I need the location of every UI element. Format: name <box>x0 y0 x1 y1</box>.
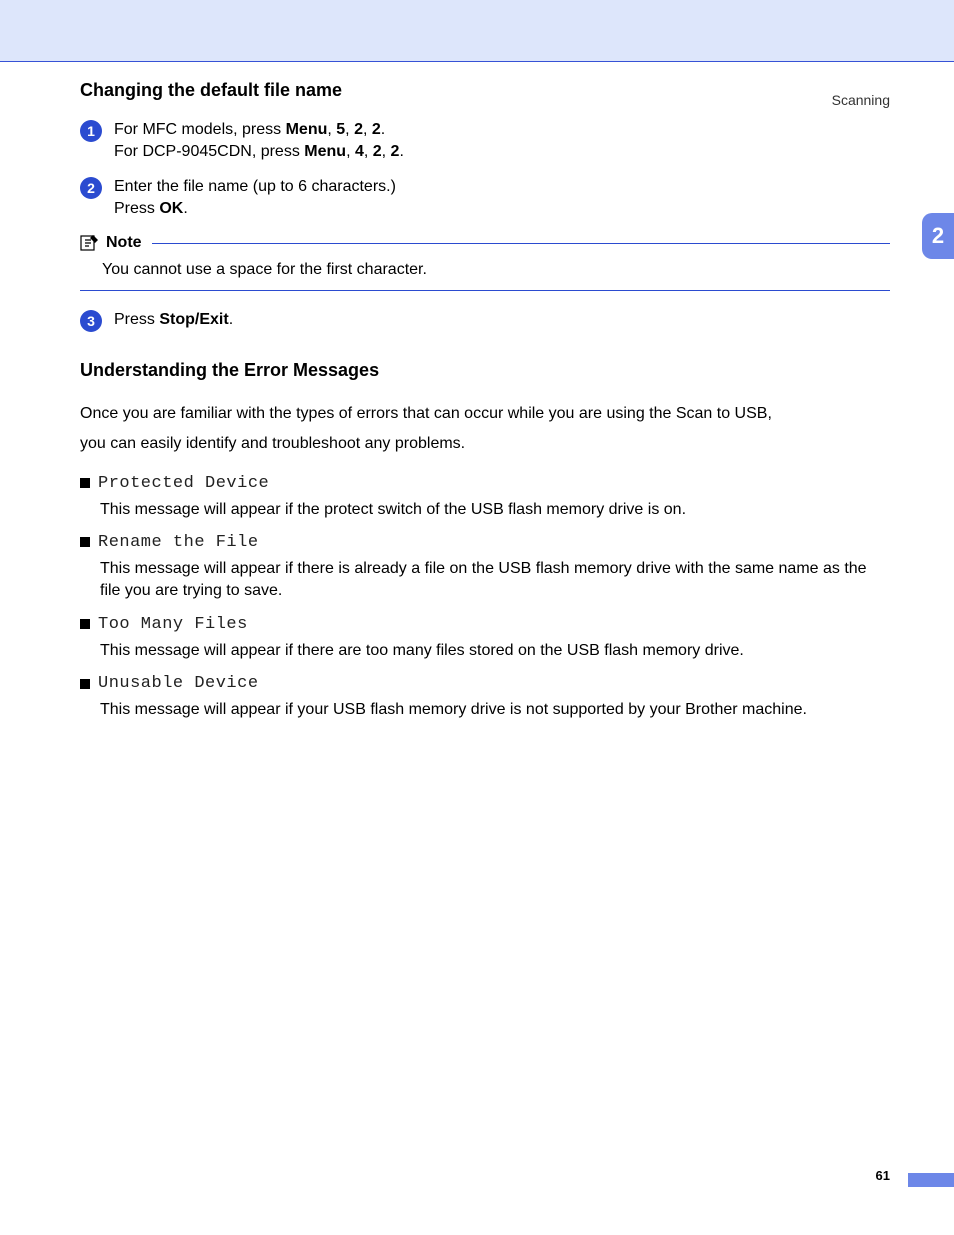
intro-paragraph: Once you are familiar with the types of … <box>80 399 890 460</box>
text-bold: Menu <box>286 121 328 138</box>
text: you can easily identify and troubleshoot… <box>80 435 465 452</box>
error-title: Protected Device <box>98 474 269 493</box>
error-item: Unusable Device This message will appear … <box>80 674 890 721</box>
note-header: Note <box>80 233 890 253</box>
text: For DCP-9045CDN, press <box>114 143 304 160</box>
text: Press <box>114 311 159 328</box>
bottom-accent-bar <box>908 1173 954 1187</box>
text: . <box>381 121 385 138</box>
step-1: 1 For MFC models, press Menu, 5, 2, 2. F… <box>80 119 890 162</box>
content-area: Changing the default file name 1 For MFC… <box>80 80 890 734</box>
text: , <box>327 121 336 138</box>
step-badge-icon: 1 <box>80 120 102 142</box>
error-item: Protected Device This message will appear… <box>80 474 890 521</box>
heading-understanding-error-messages: Understanding the Error Messages <box>80 360 890 381</box>
text: Press <box>114 200 159 217</box>
note-rule <box>80 290 890 291</box>
text-bold: 2 <box>354 121 363 138</box>
square-bullet-icon <box>80 619 90 629</box>
step-badge-icon: 3 <box>80 310 102 332</box>
error-message-list: Protected Device This message will appear… <box>80 474 890 722</box>
heading-changing-default-file-name: Changing the default file name <box>80 80 890 101</box>
note-label: Note <box>106 234 142 252</box>
text: , <box>346 143 355 160</box>
text: Once you are familiar with the types of … <box>80 405 772 422</box>
text-bold: 2 <box>372 121 381 138</box>
note-body: You cannot use a space for the first cha… <box>102 259 890 281</box>
error-description: This message will appear if your USB fla… <box>100 699 890 721</box>
text: , <box>363 121 372 138</box>
step-2: 2 Enter the file name (up to 6 character… <box>80 176 890 219</box>
error-description: This message will appear if there is alr… <box>100 558 890 603</box>
error-item: Rename the File This message will appear … <box>80 533 890 603</box>
text: , <box>345 121 354 138</box>
text-bold: 2 <box>373 143 382 160</box>
step-3: 3 Press Stop/Exit. <box>80 309 890 332</box>
error-description: This message will appear if there are to… <box>100 640 890 662</box>
note-pencil-icon <box>80 233 100 253</box>
text-bold: Stop/Exit <box>159 311 228 328</box>
text: Enter the file name (up to 6 characters.… <box>114 176 890 198</box>
text: . <box>183 200 187 217</box>
text-bold: 4 <box>355 143 364 160</box>
error-title: Too Many Files <box>98 615 248 634</box>
header-band <box>0 0 954 62</box>
page-number: 61 <box>876 1168 890 1183</box>
text: , <box>364 143 373 160</box>
text-bold: Menu <box>304 143 346 160</box>
square-bullet-icon <box>80 537 90 547</box>
text-bold: 5 <box>336 121 345 138</box>
text: . <box>229 311 233 328</box>
square-bullet-icon <box>80 478 90 488</box>
note-rule <box>152 243 890 244</box>
text: , <box>382 143 391 160</box>
error-item: Too Many Files This message will appear i… <box>80 615 890 662</box>
error-description: This message will appear if the protect … <box>100 499 890 521</box>
step-body: For MFC models, press Menu, 5, 2, 2. For… <box>114 119 890 162</box>
error-title: Unusable Device <box>98 674 259 693</box>
note-block: Note You cannot use a space for the firs… <box>80 233 890 290</box>
page-root: Scanning 2 Changing the default file nam… <box>0 0 954 1235</box>
chapter-tab: 2 <box>922 213 954 259</box>
error-title: Rename the File <box>98 533 259 552</box>
step-badge-icon: 2 <box>80 177 102 199</box>
text: For MFC models, press <box>114 121 286 138</box>
step-body: Enter the file name (up to 6 characters.… <box>114 176 890 219</box>
square-bullet-icon <box>80 679 90 689</box>
text-bold: OK <box>159 200 183 217</box>
step-body: Press Stop/Exit. <box>114 309 890 331</box>
text: . <box>399 143 403 160</box>
